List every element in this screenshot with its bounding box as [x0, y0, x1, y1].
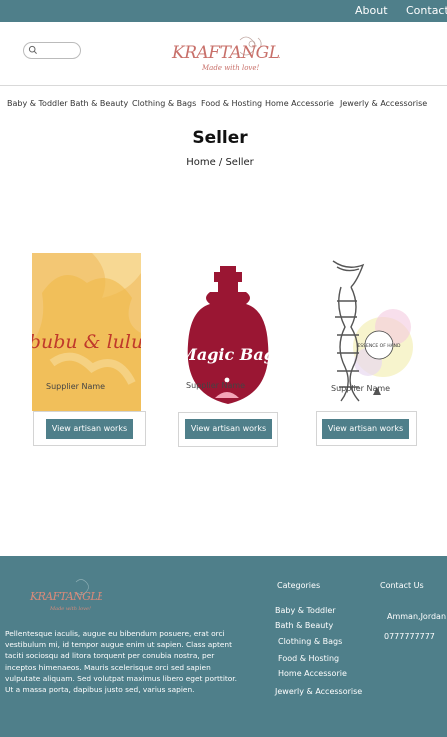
footer-category-clothing-bags[interactable]: Clothing & Bags	[278, 637, 342, 646]
search-input[interactable]	[23, 42, 81, 59]
footer-category-home-accessorie[interactable]: Home Accessorie	[278, 669, 347, 678]
contact-link[interactable]: Contact	[406, 4, 447, 17]
about-link[interactable]: About	[355, 4, 388, 17]
svg-text:KRAFTANGLE: KRAFTANGLE	[171, 43, 280, 63]
supplier-name: Supplier Name	[186, 381, 246, 390]
footer-logo[interactable]: KRAFTANGLE Made with love!	[28, 576, 102, 616]
footer-description: Pellentesque iaculis, augue eu bibendum …	[5, 629, 238, 695]
nav-item-food-hosting[interactable]: Food & Hosting	[201, 99, 262, 108]
nav-item-bath-beauty[interactable]: Bath & Beauty	[70, 99, 128, 108]
footer: KRAFTANGLE Made with love! Pellentesque …	[0, 556, 447, 737]
view-artisan-works-button[interactable]: View artisan works	[322, 419, 409, 439]
brand-logo[interactable]: KRAFTANGLE Made with love!	[168, 32, 280, 76]
view-artisan-works-button[interactable]: View artisan works	[46, 419, 133, 439]
footer-category-food-hosting[interactable]: Food & Hosting	[278, 654, 339, 663]
bubu-lulu-wordmark: bubu & lulu	[32, 331, 141, 353]
contact-phone[interactable]: 0777777777	[384, 632, 435, 641]
contact-heading: Contact Us	[380, 581, 424, 590]
nav-item-jewerly-accessorise[interactable]: Jewerly & Accessorise	[340, 99, 427, 108]
nav-item-home-accessorie[interactable]: Home Accessorie	[265, 99, 334, 108]
essence-of-hand-badge: ESSENCE OF HAND	[357, 343, 401, 349]
breadcrumb[interactable]: Home / Seller	[0, 157, 440, 168]
magic-bag-wordmark: Magic Bag	[180, 345, 275, 364]
footer-category-jewerly-accessorise[interactable]: Jewerly & Accessorise	[275, 687, 362, 696]
page-title: Seller	[192, 128, 248, 148]
view-artisan-works-button[interactable]: View artisan works	[185, 419, 272, 439]
svg-text:Made with love!: Made with love!	[201, 64, 260, 72]
contact-location: Amman,Jordan	[387, 612, 447, 621]
footer-category-baby-toddler[interactable]: Baby & Toddler	[275, 606, 336, 615]
nav-item-clothing-bags[interactable]: Clothing & Bags	[132, 99, 196, 108]
nav-item-baby-toddler[interactable]: Baby & Toddler	[7, 99, 68, 108]
category-nav: Baby & Toddler Bath & Beauty Clothing & …	[0, 99, 447, 113]
top-bar: About Contact	[0, 0, 447, 22]
svg-text:KRAFTANGLE: KRAFTANGLE	[29, 590, 102, 603]
supplier-name: Supplier Name	[331, 384, 391, 393]
footer-category-bath-beauty[interactable]: Bath & Beauty	[275, 621, 333, 630]
header: KRAFTANGLE Made with love!	[0, 22, 447, 86]
supplier-name: Supplier Name	[46, 382, 106, 391]
categories-heading: Categories	[277, 581, 321, 590]
svg-text:Made with love!: Made with love!	[49, 606, 91, 612]
search-icon	[28, 45, 37, 54]
